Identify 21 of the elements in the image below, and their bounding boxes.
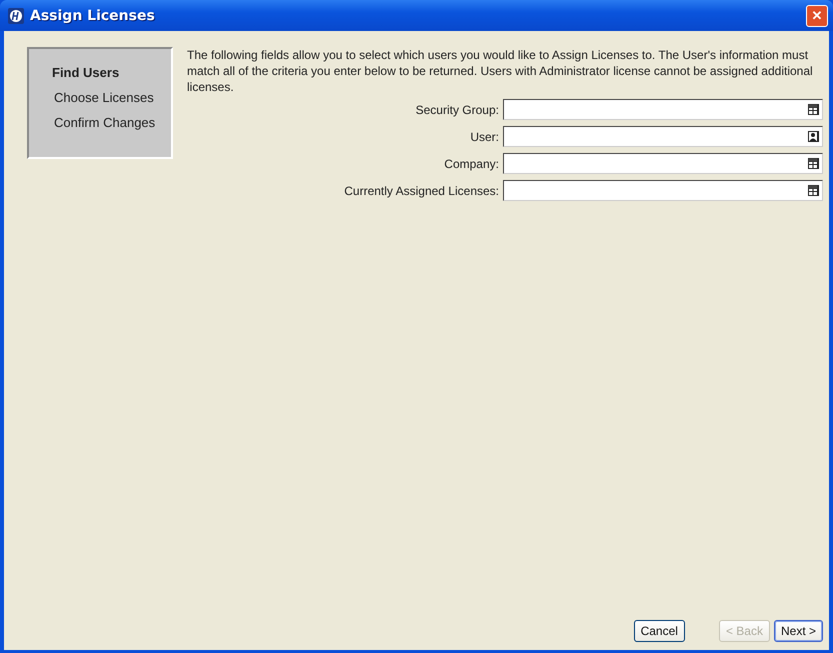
input-field[interactable] xyxy=(503,99,823,120)
dialog-button[interactable]: Next > xyxy=(774,620,823,642)
field-label: Company: xyxy=(443,156,499,170)
input-field[interactable] xyxy=(503,126,823,147)
grid-icon[interactable] xyxy=(808,185,819,196)
field-label: Security Group: xyxy=(414,102,499,116)
step-item: Choose Licenses xyxy=(54,90,155,105)
input-field[interactable] xyxy=(503,153,823,174)
close-button[interactable]: ✕ xyxy=(806,4,828,26)
grid-icon[interactable] xyxy=(808,104,819,115)
field-label: Currently Assigned Licenses: xyxy=(343,184,499,198)
person-icon[interactable] xyxy=(808,131,819,142)
logo-icon xyxy=(8,8,24,24)
description-text: The following fields allow you to select which users you would like to Assign Licenses to. The User's information must match all of the criteria you enter below to be returned. Users with Administrator license cannot be assigned additional licenses. xyxy=(187,47,814,95)
step-item: Find Users xyxy=(52,65,120,80)
dialog-button[interactable]: Cancel xyxy=(634,620,685,642)
input-field[interactable] xyxy=(503,180,823,201)
step-item: Confirm Changes xyxy=(54,115,156,130)
window-title: Assign Licenses xyxy=(30,8,156,24)
grid-icon[interactable] xyxy=(808,158,819,169)
field-label: User: xyxy=(469,130,499,144)
